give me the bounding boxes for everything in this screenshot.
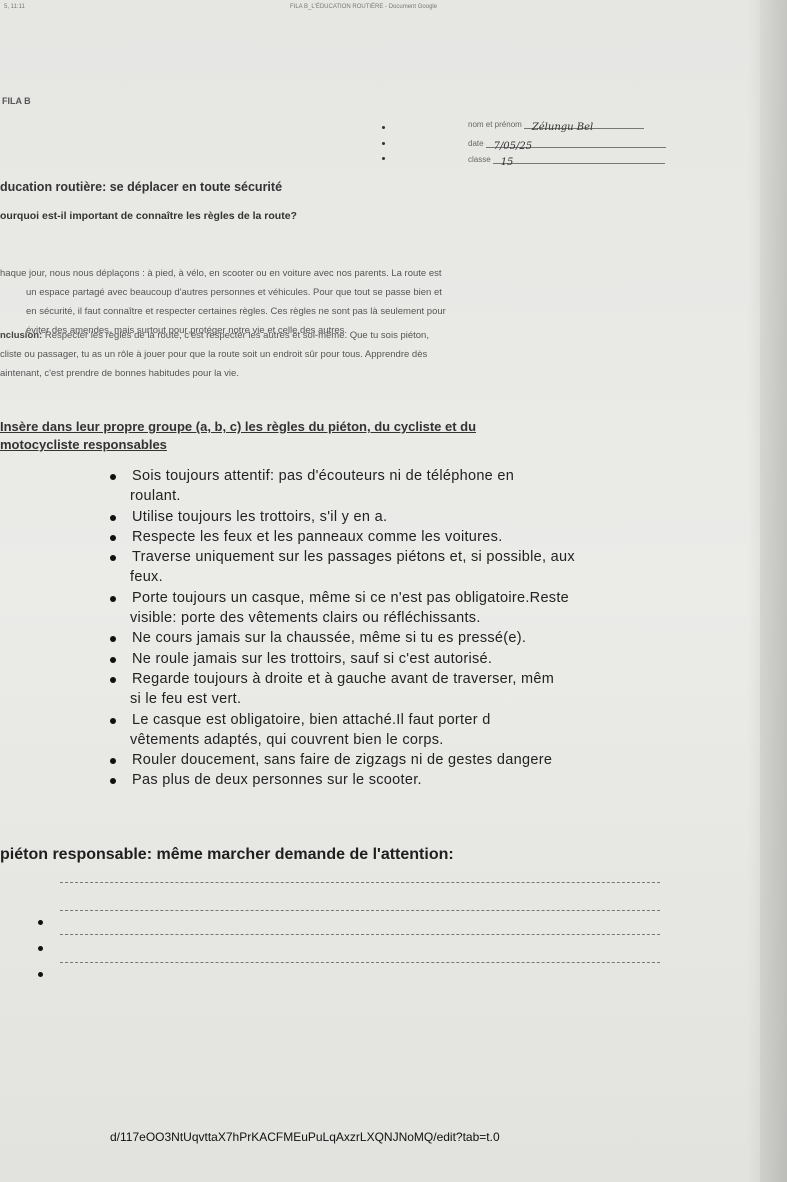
conclusion-label: nclusion:: [0, 330, 43, 341]
conclusion-line: aintenant, c'est prendre de bonnes habit…: [0, 368, 239, 379]
answer-line: [60, 934, 660, 935]
document-title: ducation routière: se déplacer en toute …: [0, 180, 283, 194]
rule-text: Respecte les feux et les panneaux comme …: [132, 528, 503, 545]
rule-text: Pas plus de deux personnes sur le scoote…: [132, 772, 422, 789]
print-header: 5, 11:11 FILA B_L'ÉDUCATION ROUTIÈRE - D…: [0, 2, 787, 14]
rule-text: Porte toujours un casque, même si ce n'e…: [132, 589, 570, 606]
rule-text: Ne cours jamais sur la chaussée, même si…: [132, 630, 527, 647]
conclusion-line: Respecter les règles de la route, c'est …: [42, 330, 429, 341]
rule-text: Utilise toujours les trottoirs, s'il y e…: [132, 508, 388, 525]
bullet-dot: [382, 126, 385, 129]
bullet-dot: [382, 142, 385, 145]
date-field-label: date: [468, 139, 484, 148]
list-item: Rouler doucement, sans faire de zigzags …: [110, 750, 787, 770]
rule-text-continued: roulant.: [130, 488, 181, 505]
name-field-label: nom et prénom: [468, 120, 522, 129]
fila-label: FILA B: [2, 96, 31, 106]
section-instruction: Insère dans leur propre groupe (a, b, c)…: [0, 418, 760, 454]
rule-text: Ne roule jamais sur les trottoirs, sauf …: [132, 650, 493, 667]
list-item: Regarde toujours à droite et à gauche av…: [110, 669, 787, 710]
bullet-dot: [38, 946, 43, 951]
print-footer-url: d/117eOO3NtUqvttaX7hPrKACFMEuPuLqAxzrLXQ…: [110, 1130, 500, 1144]
class-field: classe 15: [468, 155, 665, 168]
print-header-title: FILA B_L'ÉDUCATION ROUTIÈRE - Document G…: [290, 4, 438, 10]
list-item: Utilise toujours les trottoirs, s'il y e…: [110, 507, 787, 527]
rule-text: Regarde toujours à droite et à gauche av…: [132, 670, 555, 687]
intro-line: un espace partagé avec beaucoup d'autres…: [26, 287, 442, 298]
print-header-time: 5, 11:11: [4, 4, 25, 10]
date-field: date 7/05/25: [468, 139, 666, 152]
section-instruction-line: Insère dans leur propre groupe (a, b, c)…: [0, 419, 477, 434]
list-item: Porte toujours un casque, même si ce n'e…: [110, 588, 787, 629]
rule-text-continued: visible: porte des vêtements clairs ou r…: [130, 610, 481, 627]
list-item: Respecte les feux et les panneaux comme …: [110, 527, 787, 547]
list-item: Sois toujours attentif: pas d'écouteurs …: [110, 466, 787, 507]
rules-list: Sois toujours attentif: pas d'écouteurs …: [110, 466, 787, 791]
rule-text: Sois toujours attentif: pas d'écouteurs …: [132, 468, 515, 484]
conclusion-paragraph: nclusion: Respecter les règles de la rou…: [0, 326, 740, 383]
bullet-dot: [38, 920, 43, 925]
list-item: Le casque est obligatoire, bien attaché.…: [110, 710, 787, 751]
list-item: Pas plus de deux personnes sur le scoote…: [110, 770, 787, 790]
document-question: ourquoi est-il important de connaître le…: [0, 210, 297, 222]
rule-text: Traverse uniquement sur les passages pié…: [132, 549, 575, 566]
list-item: Ne roule jamais sur les trottoirs, sauf …: [110, 649, 787, 669]
pedestrian-section-title: piéton responsable: même marcher demande…: [0, 846, 454, 863]
bullet-dot: [382, 157, 385, 160]
intro-line: haque jour, nous nous déplaçons : à pied…: [0, 268, 442, 279]
bullet-dot: [38, 972, 43, 977]
class-field-handwriting: 15: [500, 157, 514, 168]
rule-text-continued: vêtements adaptés, qui couvrent bien le …: [130, 731, 444, 748]
name-field-handwriting: Zélungu Bel: [531, 122, 594, 133]
list-item: Ne cours jamais sur la chaussée, même si…: [110, 628, 787, 648]
rule-text-continued: feux.: [130, 569, 163, 586]
section-instruction-line: motocycliste responsables: [0, 437, 167, 452]
rule-text-continued: si le feu est vert.: [130, 691, 242, 708]
rule-text: Rouler doucement, sans faire de zigzags …: [132, 752, 553, 769]
date-field-handwriting: 7/05/25: [493, 141, 533, 152]
answer-line: [60, 962, 660, 963]
answer-line: [60, 882, 660, 883]
intro-line: en sécurité, il faut connaître et respec…: [26, 306, 446, 317]
answer-line: [60, 910, 660, 911]
class-field-label: classe: [468, 155, 491, 164]
list-item: Traverse uniquement sur les passages pié…: [110, 547, 787, 588]
conclusion-line: cliste ou passager, tu as un rôle à joue…: [0, 349, 428, 360]
rule-text: Le casque est obligatoire, bien attaché.…: [132, 711, 491, 728]
name-field: nom et prénom Zélungu Bel: [468, 120, 644, 133]
